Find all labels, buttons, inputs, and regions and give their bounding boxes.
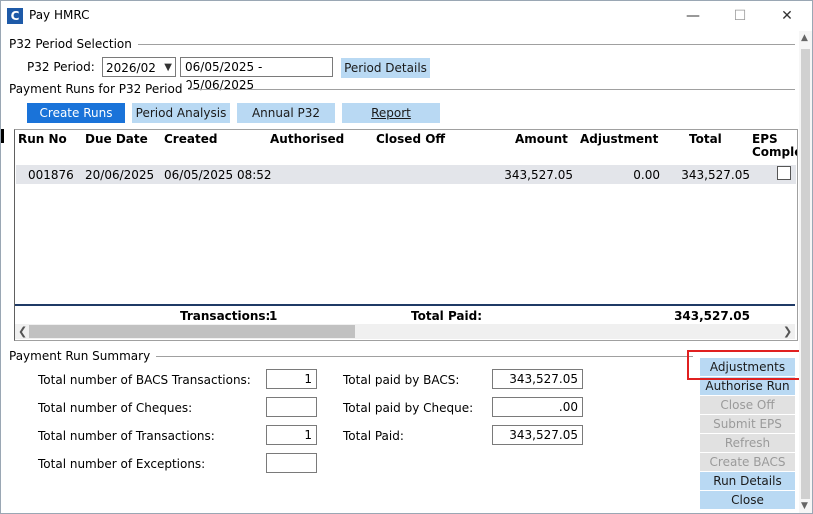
column-header-run-no[interactable]: Run No <box>18 132 67 146</box>
grid-left-edge <box>1 129 4 143</box>
close-off-button[interactable]: Close Off <box>700 396 795 414</box>
app-icon: C <box>7 8 23 24</box>
column-header-created[interactable]: Created <box>164 132 217 146</box>
column-header-closed-off[interactable]: Closed Off <box>376 132 445 146</box>
period-details-button[interactable]: Period Details <box>341 58 430 78</box>
run-details-button[interactable]: Run Details <box>700 472 795 490</box>
p32-period-label: P32 Period: <box>27 60 95 74</box>
summary-total-paid-label: Total Paid: <box>343 429 404 443</box>
cheques-field[interactable] <box>266 397 317 417</box>
close-window-button[interactable]: ✕ <box>767 5 807 27</box>
period-date-range-field[interactable]: 06/05/2025 - 05/06/2025 <box>180 57 333 92</box>
paid-bacs-label: Total paid by BACS: <box>343 373 460 387</box>
footer-transactions-value: 1 <box>269 309 278 323</box>
scroll-left-icon[interactable]: ❮ <box>18 324 27 339</box>
window-title: Pay HMRC <box>29 8 90 22</box>
pay-hmrc-window: C Pay HMRC — ☐ ✕ P32 Period Selection P3… <box>0 0 813 514</box>
scroll-down-icon[interactable]: ▼ <box>801 501 808 511</box>
grid-total-divider <box>15 304 795 306</box>
p32-period-value: 2026/02 <box>106 61 156 75</box>
transactions-label: Total number of Transactions: <box>38 429 215 443</box>
cell-run-no: 001876 <box>28 168 74 182</box>
report-button[interactable]: Report <box>342 103 440 123</box>
cell-adjustment: 0.00 <box>633 168 660 182</box>
footer-transactions-label: Transactions: <box>180 309 271 323</box>
paid-cheque-label: Total paid by Cheque: <box>343 401 474 415</box>
cell-due-date: 20/06/2025 <box>85 168 155 182</box>
column-header-amount[interactable]: Amount <box>515 132 568 146</box>
footer-total-paid-label: Total Paid: <box>411 309 483 323</box>
bacs-transactions-field[interactable]: 1 <box>266 369 317 389</box>
exceptions-label: Total number of Exceptions: <box>38 457 206 471</box>
footer-total-paid-value: 343,527.05 <box>674 309 750 323</box>
create-bacs-button[interactable]: Create BACS <box>700 453 795 471</box>
cell-total: 343,527.05 <box>681 168 750 182</box>
column-header-total[interactable]: Total <box>689 132 722 146</box>
title-bar: C Pay HMRC — ☐ ✕ <box>1 1 812 31</box>
cell-amount: 343,527.05 <box>504 168 573 182</box>
column-header-eps[interactable]: EPS <box>752 132 778 146</box>
column-header-due-date[interactable]: Due Date <box>85 132 148 146</box>
submit-eps-button[interactable]: Submit EPS <box>700 415 795 433</box>
adjustments-highlight-box <box>687 350 811 380</box>
annual-p32-button[interactable]: Annual P32 <box>237 103 335 123</box>
paid-bacs-field[interactable]: 343,527.05 <box>492 369 583 389</box>
transactions-field[interactable]: 1 <box>266 425 317 445</box>
horizontal-scroll-thumb[interactable] <box>29 325 355 338</box>
column-header-adjustment[interactable]: Adjustment <box>580 132 658 146</box>
summary-section-label: Payment Run Summary <box>9 349 157 363</box>
refresh-button[interactable]: Refresh <box>700 434 795 452</box>
paid-cheque-field[interactable]: .00 <box>492 397 583 417</box>
maximize-button[interactable]: ☐ <box>720 5 760 27</box>
vertical-scrollbar[interactable]: ▲ ▼ <box>799 31 812 513</box>
cell-created: 06/05/2025 08:52 <box>164 168 272 182</box>
column-header-eps-complete[interactable]: Comple <box>752 145 797 159</box>
summary-total-paid-field[interactable]: 343,527.05 <box>492 425 583 445</box>
payment-runs-section-label: Payment Runs for P32 Period <box>9 82 189 96</box>
create-runs-button[interactable]: Create Runs <box>27 103 125 123</box>
p32-period-select[interactable]: 2026/02 ▼ <box>102 57 176 77</box>
cheques-label: Total number of Cheques: <box>38 401 193 415</box>
vertical-scroll-thumb[interactable] <box>801 49 810 499</box>
period-analysis-button[interactable]: Period Analysis <box>132 103 230 123</box>
scroll-up-icon[interactable]: ▲ <box>801 33 808 43</box>
p32-section-label: P32 Period Selection <box>9 37 138 51</box>
eps-complete-checkbox[interactable] <box>777 166 791 180</box>
scroll-right-icon[interactable]: ❯ <box>783 324 792 339</box>
minimize-button[interactable]: — <box>673 5 713 27</box>
bacs-transactions-label: Total number of BACS Transactions: <box>38 373 251 387</box>
horizontal-scrollbar[interactable]: ❮ ❯ <box>15 324 795 339</box>
exceptions-field[interactable] <box>266 453 317 473</box>
column-header-authorised[interactable]: Authorised <box>270 132 344 146</box>
close-button[interactable]: Close <box>700 491 795 509</box>
payment-runs-grid[interactable]: Run No Due Date Created Authorised Close… <box>14 129 798 341</box>
chevron-down-icon: ▼ <box>164 62 172 73</box>
